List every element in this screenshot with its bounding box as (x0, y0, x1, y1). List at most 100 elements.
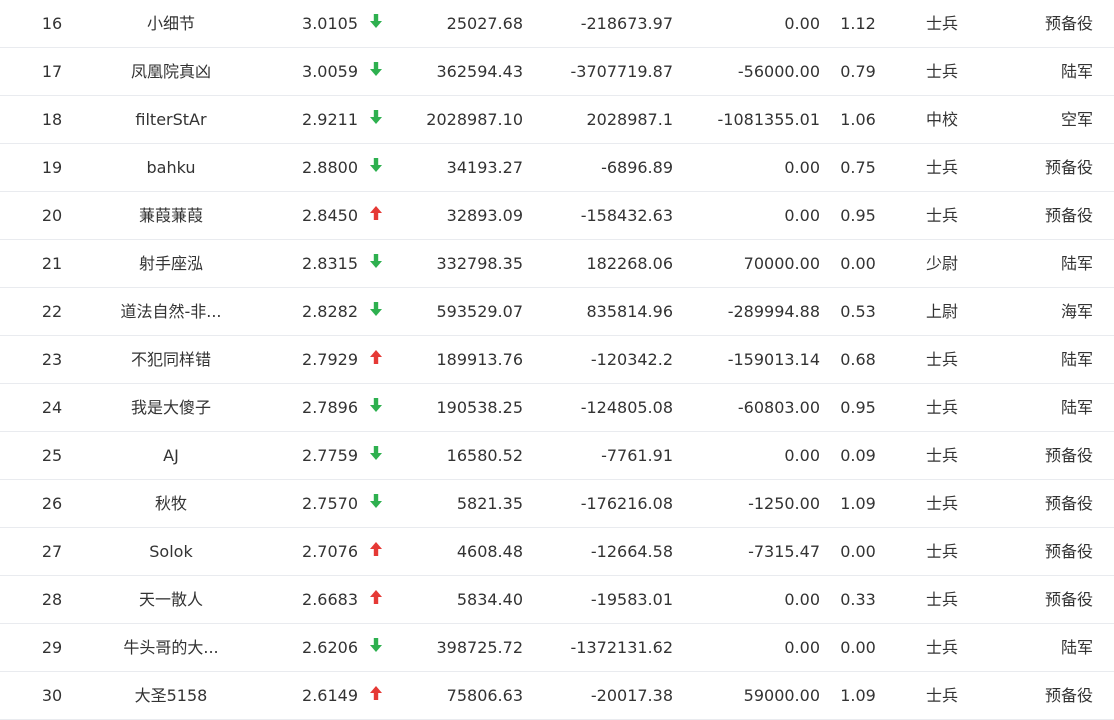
player-name: AJ (163, 446, 179, 465)
branch-cell: 陆军 (1060, 350, 1093, 369)
value-2-cell: 835814.96 (586, 302, 673, 321)
value-1-cell: 2028987.10 (426, 110, 523, 129)
military-rank-cell: 士兵 (925, 446, 958, 465)
table-row: 30 大圣5158 2.6149 75806.63 -20017.38 59000.00 1… (0, 672, 1114, 720)
military-rank-cell: 士兵 (925, 542, 958, 561)
player-name: filterStAr (135, 110, 207, 129)
arrow-down-shape (370, 13, 382, 28)
rank-cell: 22 (41, 302, 63, 321)
value-2-cell: 2028987.1 (586, 110, 673, 129)
arrow-down-shape (370, 61, 382, 76)
value-3-cell: -7315.47 (748, 542, 820, 561)
branch-cell: 预备役 (1044, 494, 1093, 513)
score-cell: 2.7759 (302, 446, 358, 465)
rank-cell: 16 (41, 14, 63, 33)
value-3-cell: 0.00 (784, 14, 820, 33)
score-cell: 2.6683 (302, 590, 358, 609)
rank-cell: 25 (41, 446, 63, 465)
value-3-cell: -56000.00 (737, 62, 820, 81)
value-2-cell: -218673.97 (580, 14, 673, 33)
arrow-up-icon (366, 336, 386, 383)
value-3-cell: -289994.88 (727, 302, 820, 321)
military-rank-cell: 少尉 (925, 254, 958, 273)
table-row: 22 道法自然-非... 2.8282 593529.07 835814.96 -2899… (0, 288, 1114, 336)
value-1-cell: 5834.40 (456, 590, 523, 609)
value-3-cell: 59000.00 (743, 686, 820, 705)
arrow-down-icon (366, 144, 386, 191)
arrow-down-icon (366, 240, 386, 287)
military-rank-cell: 士兵 (925, 686, 958, 705)
value-3-cell: 0.00 (784, 206, 820, 225)
ranking-table: 16 小细节 3.0105 25027.68 -218673.97 0.00 1.12 士兵预… (0, 0, 1114, 720)
arrow-down-shape (370, 253, 382, 268)
arrow-down-icon (366, 96, 386, 143)
value-2-cell: -7761.91 (601, 446, 673, 465)
score-cell: 2.8315 (302, 254, 358, 273)
value-3-cell: 0.00 (784, 590, 820, 609)
military-rank-cell: 上尉 (925, 302, 958, 321)
arrow-down-icon (366, 0, 386, 47)
arrow-up-shape (370, 205, 382, 220)
arrow-down-icon (366, 48, 386, 95)
player-name: bahku (146, 158, 196, 177)
value-2-cell: -1372131.62 (570, 638, 673, 657)
ratio-cell: 0.00 (840, 638, 876, 657)
player-name: 大圣5158 (134, 686, 208, 705)
military-rank-cell: 士兵 (925, 158, 958, 177)
player-name: 射手座泓 (138, 254, 203, 273)
score-cell: 2.6149 (302, 686, 358, 705)
arrow-down-shape (370, 637, 382, 652)
value-3-cell: 0.00 (784, 158, 820, 177)
value-3-cell: -159013.14 (727, 350, 820, 369)
arrow-up-shape (370, 349, 382, 364)
military-rank-cell: 士兵 (925, 638, 958, 657)
ratio-cell: 1.06 (840, 110, 876, 129)
rank-cell: 24 (41, 398, 63, 417)
rank-cell: 21 (41, 254, 63, 273)
table-row: 24 我是大傻子 2.7896 190538.25 -124805.08 -60803.0… (0, 384, 1114, 432)
branch-cell: 预备役 (1044, 542, 1093, 561)
value-2-cell: -124805.08 (580, 398, 673, 417)
score-cell: 3.0105 (302, 14, 358, 33)
table-row: 17 凤凰院真凶 3.0059 362594.43 -3707719.87 -56000.… (0, 48, 1114, 96)
branch-cell: 空军 (1060, 110, 1093, 129)
table-row: 18 filterStAr 2.9211 2028987.10 2028987.1 -10… (0, 96, 1114, 144)
value-2-cell: -3707719.87 (570, 62, 673, 81)
ratio-cell: 1.12 (840, 14, 876, 33)
branch-cell: 陆军 (1060, 62, 1093, 81)
ratio-cell: 0.33 (840, 590, 876, 609)
rank-cell: 17 (41, 62, 63, 81)
branch-cell: 陆军 (1060, 254, 1093, 273)
arrow-down-icon (366, 624, 386, 671)
military-rank-cell: 士兵 (925, 590, 958, 609)
table-row: 26 秋牧 2.7570 5821.35 -176216.08 -1250.00 1.09 士… (0, 480, 1114, 528)
ratio-cell: 0.95 (840, 206, 876, 225)
branch-cell: 陆军 (1060, 638, 1093, 657)
arrow-up-icon (366, 192, 386, 239)
value-2-cell: -158432.63 (580, 206, 673, 225)
value-2-cell: -19583.01 (590, 590, 673, 609)
value-1-cell: 16580.52 (446, 446, 523, 465)
military-rank-cell: 中校 (925, 110, 958, 129)
arrow-down-shape (370, 109, 382, 124)
rank-cell: 20 (41, 206, 63, 225)
value-1-cell: 32893.09 (446, 206, 523, 225)
rank-cell: 30 (41, 686, 63, 705)
player-name: Solok (149, 542, 193, 561)
military-rank-cell: 士兵 (925, 398, 958, 417)
military-rank-cell: 士兵 (925, 206, 958, 225)
player-name: 道法自然-非... (120, 302, 222, 321)
ratio-cell: 0.00 (840, 254, 876, 273)
value-1-cell: 75806.63 (446, 686, 523, 705)
value-1-cell: 398725.72 (436, 638, 523, 657)
ratio-cell: 1.09 (840, 494, 876, 513)
table-row: 16 小细节 3.0105 25027.68 -218673.97 0.00 1.12 士兵 预… (0, 0, 1114, 48)
rank-cell: 27 (41, 542, 63, 561)
branch-cell: 预备役 (1044, 590, 1093, 609)
table-row: 29 牛头哥的大... 2.6206 398725.72 -1372131.62 0.00… (0, 624, 1114, 672)
score-cell: 2.8282 (302, 302, 358, 321)
score-cell: 3.0059 (302, 62, 358, 81)
branch-cell: 陆军 (1060, 398, 1093, 417)
value-3-cell: 70000.00 (743, 254, 820, 273)
value-1-cell: 4608.48 (456, 542, 523, 561)
